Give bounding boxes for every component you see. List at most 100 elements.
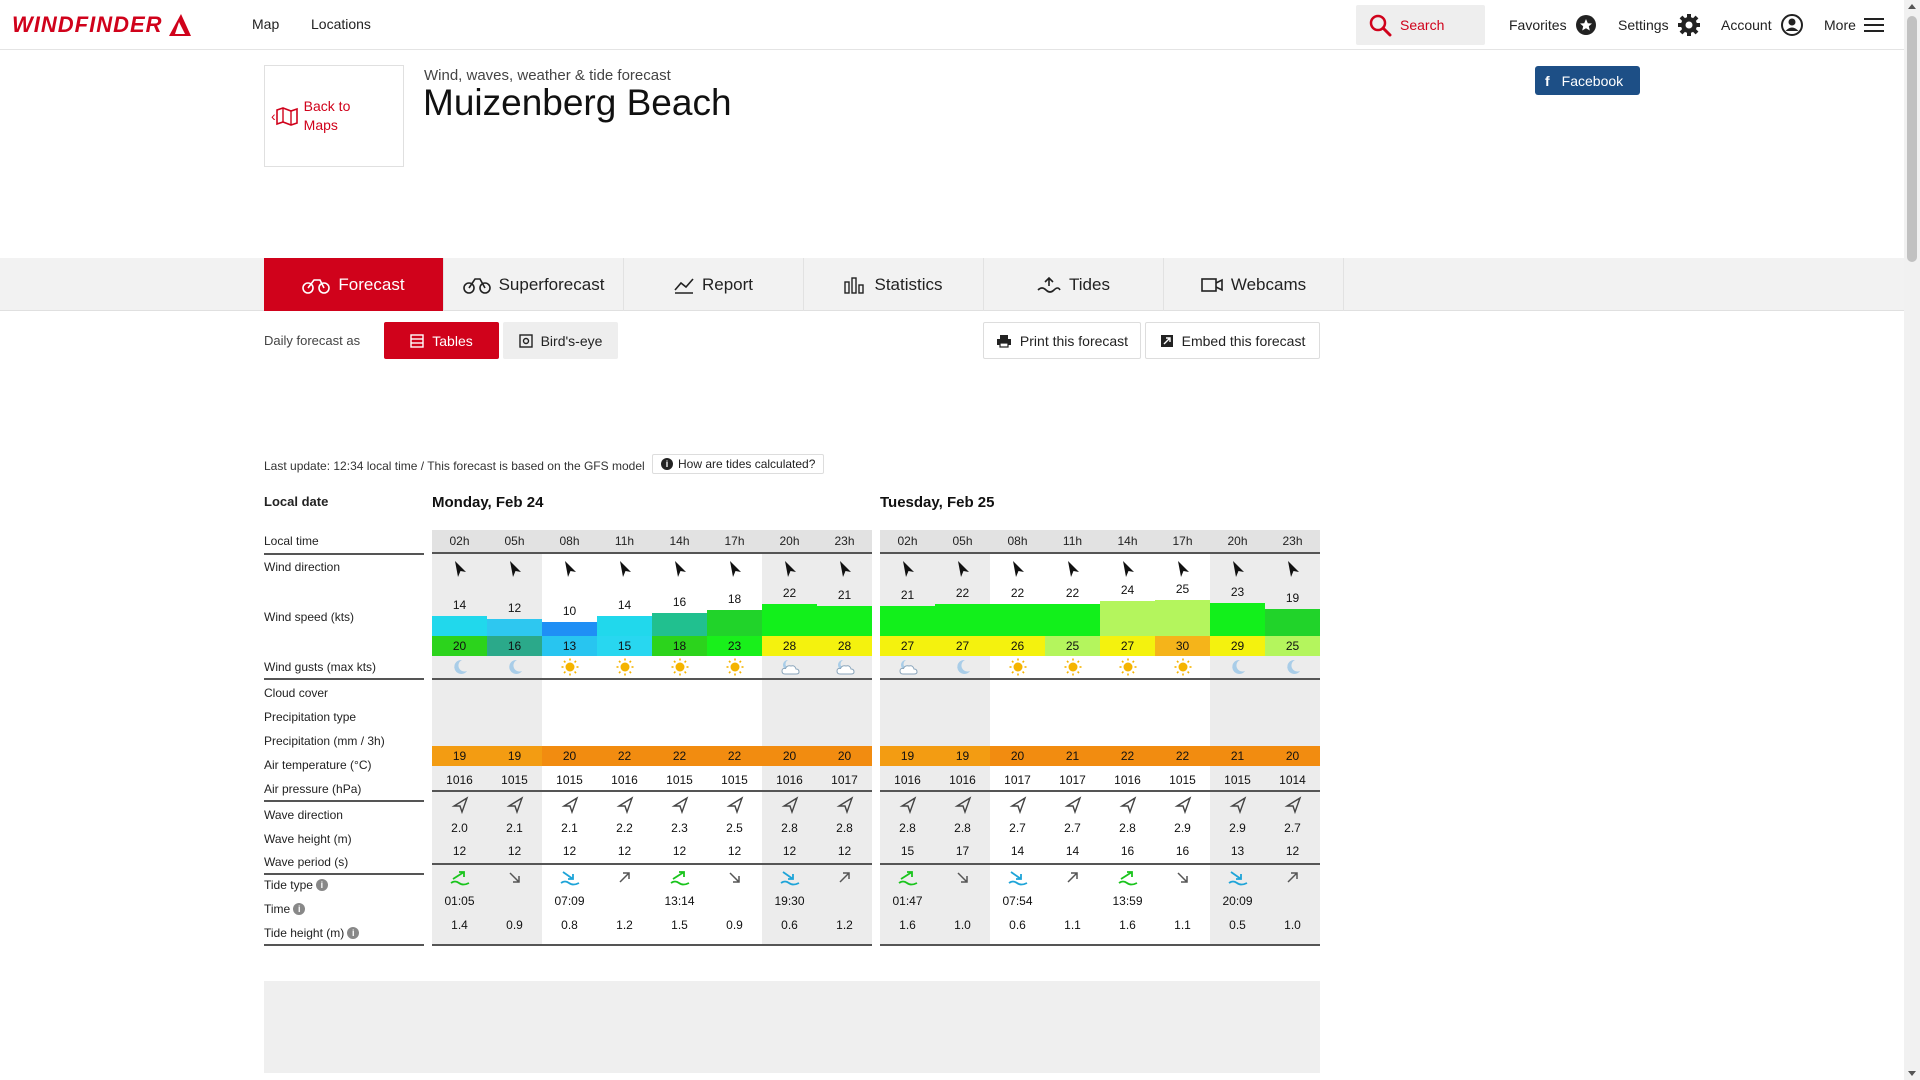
forecast-column: 08h 10 13 20 1015 2.1 12 07:09 0.8 <box>542 530 597 946</box>
wind-direction-cell <box>707 557 762 581</box>
table-icon <box>410 333 424 348</box>
wave-direction-arrow-icon <box>954 796 971 814</box>
settings-button[interactable]: Settings <box>1618 0 1701 50</box>
scroll-down-arrow[interactable] <box>1908 1071 1916 1076</box>
sun-icon <box>726 658 743 676</box>
info-icon[interactable]: i <box>315 879 328 891</box>
search-button[interactable]: Search <box>1356 5 1485 45</box>
cloud-cover-cell <box>487 656 542 678</box>
tide-high-icon <box>449 871 469 886</box>
print-label: Print this forecast <box>1019 332 1129 349</box>
cloud-cover-cell <box>935 656 990 678</box>
tide-time-value: 01:05 <box>444 894 475 908</box>
forecast-column: 17h 25 30 22 1015 2.9 16 1.1 <box>1155 530 1210 946</box>
wind-direction-cell <box>817 557 872 581</box>
tide-type-cell <box>652 867 707 889</box>
wind-speed-value: 14 <box>617 598 632 612</box>
wave-direction-cell <box>935 794 990 816</box>
embed-forecast-button[interactable]: Embed this forecast <box>1145 322 1320 359</box>
wave-period-value: 16 <box>1175 844 1190 858</box>
scroll-up-arrow[interactable] <box>1908 4 1916 9</box>
wave-direction-arrow-icon <box>1064 796 1081 814</box>
air-temperature-value: 20 <box>762 746 817 766</box>
wind-speed-bar <box>935 604 990 636</box>
tide-low-icon <box>559 871 579 886</box>
wind-gust-value: 28 <box>817 636 872 656</box>
row-divider <box>432 863 487 865</box>
forecast-icon <box>302 278 331 294</box>
wave-direction-arrow-icon <box>671 796 688 814</box>
favorites-icon <box>1575 15 1596 35</box>
cloud-cover-cell <box>1210 656 1265 678</box>
tide-type-cell <box>1155 867 1210 889</box>
tide-time-value <box>487 891 542 911</box>
tab-webcams[interactable]: Webcams <box>1164 258 1344 311</box>
day-label: Tuesday, Feb 25 <box>880 494 995 511</box>
tab-tides[interactable]: Tides <box>984 258 1164 311</box>
row-divider <box>432 790 487 792</box>
tide-type-cell <box>707 867 762 889</box>
more-menu-button[interactable]: More <box>1824 0 1884 50</box>
tide-rising-icon <box>838 872 850 883</box>
wind-direction-cell <box>990 557 1045 581</box>
air-temperature-value: 20 <box>1265 746 1320 766</box>
wind-direction-cell <box>1100 557 1155 581</box>
wave-direction-arrow-icon <box>1284 796 1301 814</box>
wind-speed-value: 12 <box>507 601 522 615</box>
tables-view-button[interactable]: Tables <box>384 322 499 359</box>
tide-height-value: 0.6 <box>1009 918 1026 932</box>
superforecast-icon <box>462 277 491 294</box>
sun-icon <box>1119 658 1136 676</box>
tide-type-cell <box>762 867 817 889</box>
row-divider <box>264 944 424 946</box>
tab-report[interactable]: Report <box>624 258 804 311</box>
account-button[interactable]: Account <box>1721 0 1804 50</box>
birds-eye-view-button[interactable]: Bird's-eye <box>503 322 618 359</box>
row-divider <box>990 678 1045 680</box>
nav-map-link[interactable]: Map <box>252 16 279 32</box>
favorites-label: Favorites <box>1509 17 1567 33</box>
row-divider <box>1155 790 1210 792</box>
wind-direction-cell <box>1155 557 1210 581</box>
moon-cloud-icon <box>835 660 855 675</box>
row-label-tide-height: Tide height (m) i <box>264 926 360 940</box>
scrollbar-thumb[interactable] <box>1907 16 1917 262</box>
info-icon[interactable]: i <box>347 927 360 939</box>
wave-direction-cell <box>1210 794 1265 816</box>
wind-direction-arrow-icon <box>1012 561 1024 577</box>
wave-period-value: 17 <box>955 844 970 858</box>
windfinder-logo[interactable]: WINDFINDER <box>12 10 193 40</box>
nav-locations-link[interactable]: Locations <box>311 16 371 32</box>
row-divider <box>935 944 990 946</box>
print-forecast-button[interactable]: Print this forecast <box>983 322 1141 359</box>
tab-label: Statistics <box>874 274 943 294</box>
wave-direction-cell <box>1265 794 1320 816</box>
tide-falling-icon <box>508 872 520 883</box>
air-temperature-value: 22 <box>597 746 652 766</box>
tide-time-value <box>1155 891 1210 911</box>
page-scrollbar[interactable] <box>1904 0 1920 1080</box>
facebook-share-button[interactable]: f Facebook <box>1535 66 1640 95</box>
tab-forecast[interactable]: Forecast <box>264 258 444 311</box>
tides-info-button[interactable]: i How are tides calculated? <box>652 454 825 474</box>
row-divider <box>487 790 542 792</box>
tab-label: Forecast <box>338 274 405 294</box>
row-divider <box>1045 790 1100 792</box>
local-time-cell: 02h <box>880 530 935 554</box>
top-bar: WINDFINDER Map Locations Search Favorite… <box>0 0 1904 50</box>
cloud-cover-cell <box>652 656 707 678</box>
wave-period-value: 12 <box>837 844 852 858</box>
forecast-column: 20h 23 29 21 1015 2.9 13 20:09 0.5 <box>1210 530 1265 946</box>
info-icon[interactable]: i <box>293 903 306 915</box>
wave-period-value: 12 <box>507 844 522 858</box>
row-divider <box>762 863 817 865</box>
wind-direction-arrow-icon <box>839 561 851 577</box>
tide-falling-icon <box>956 872 968 883</box>
row-label-wave-height: Wave height (m) <box>264 832 352 846</box>
tab-statistics[interactable]: Statistics <box>804 258 984 311</box>
back-to-maps-button[interactable]: ‹ Back to Maps <box>264 65 404 167</box>
favorites-button[interactable]: Favorites <box>1509 0 1597 50</box>
tide-height-value: 1.5 <box>671 918 688 932</box>
tab-superforecast[interactable]: Superforecast <box>444 258 624 311</box>
moon-cloud-icon <box>780 660 800 675</box>
